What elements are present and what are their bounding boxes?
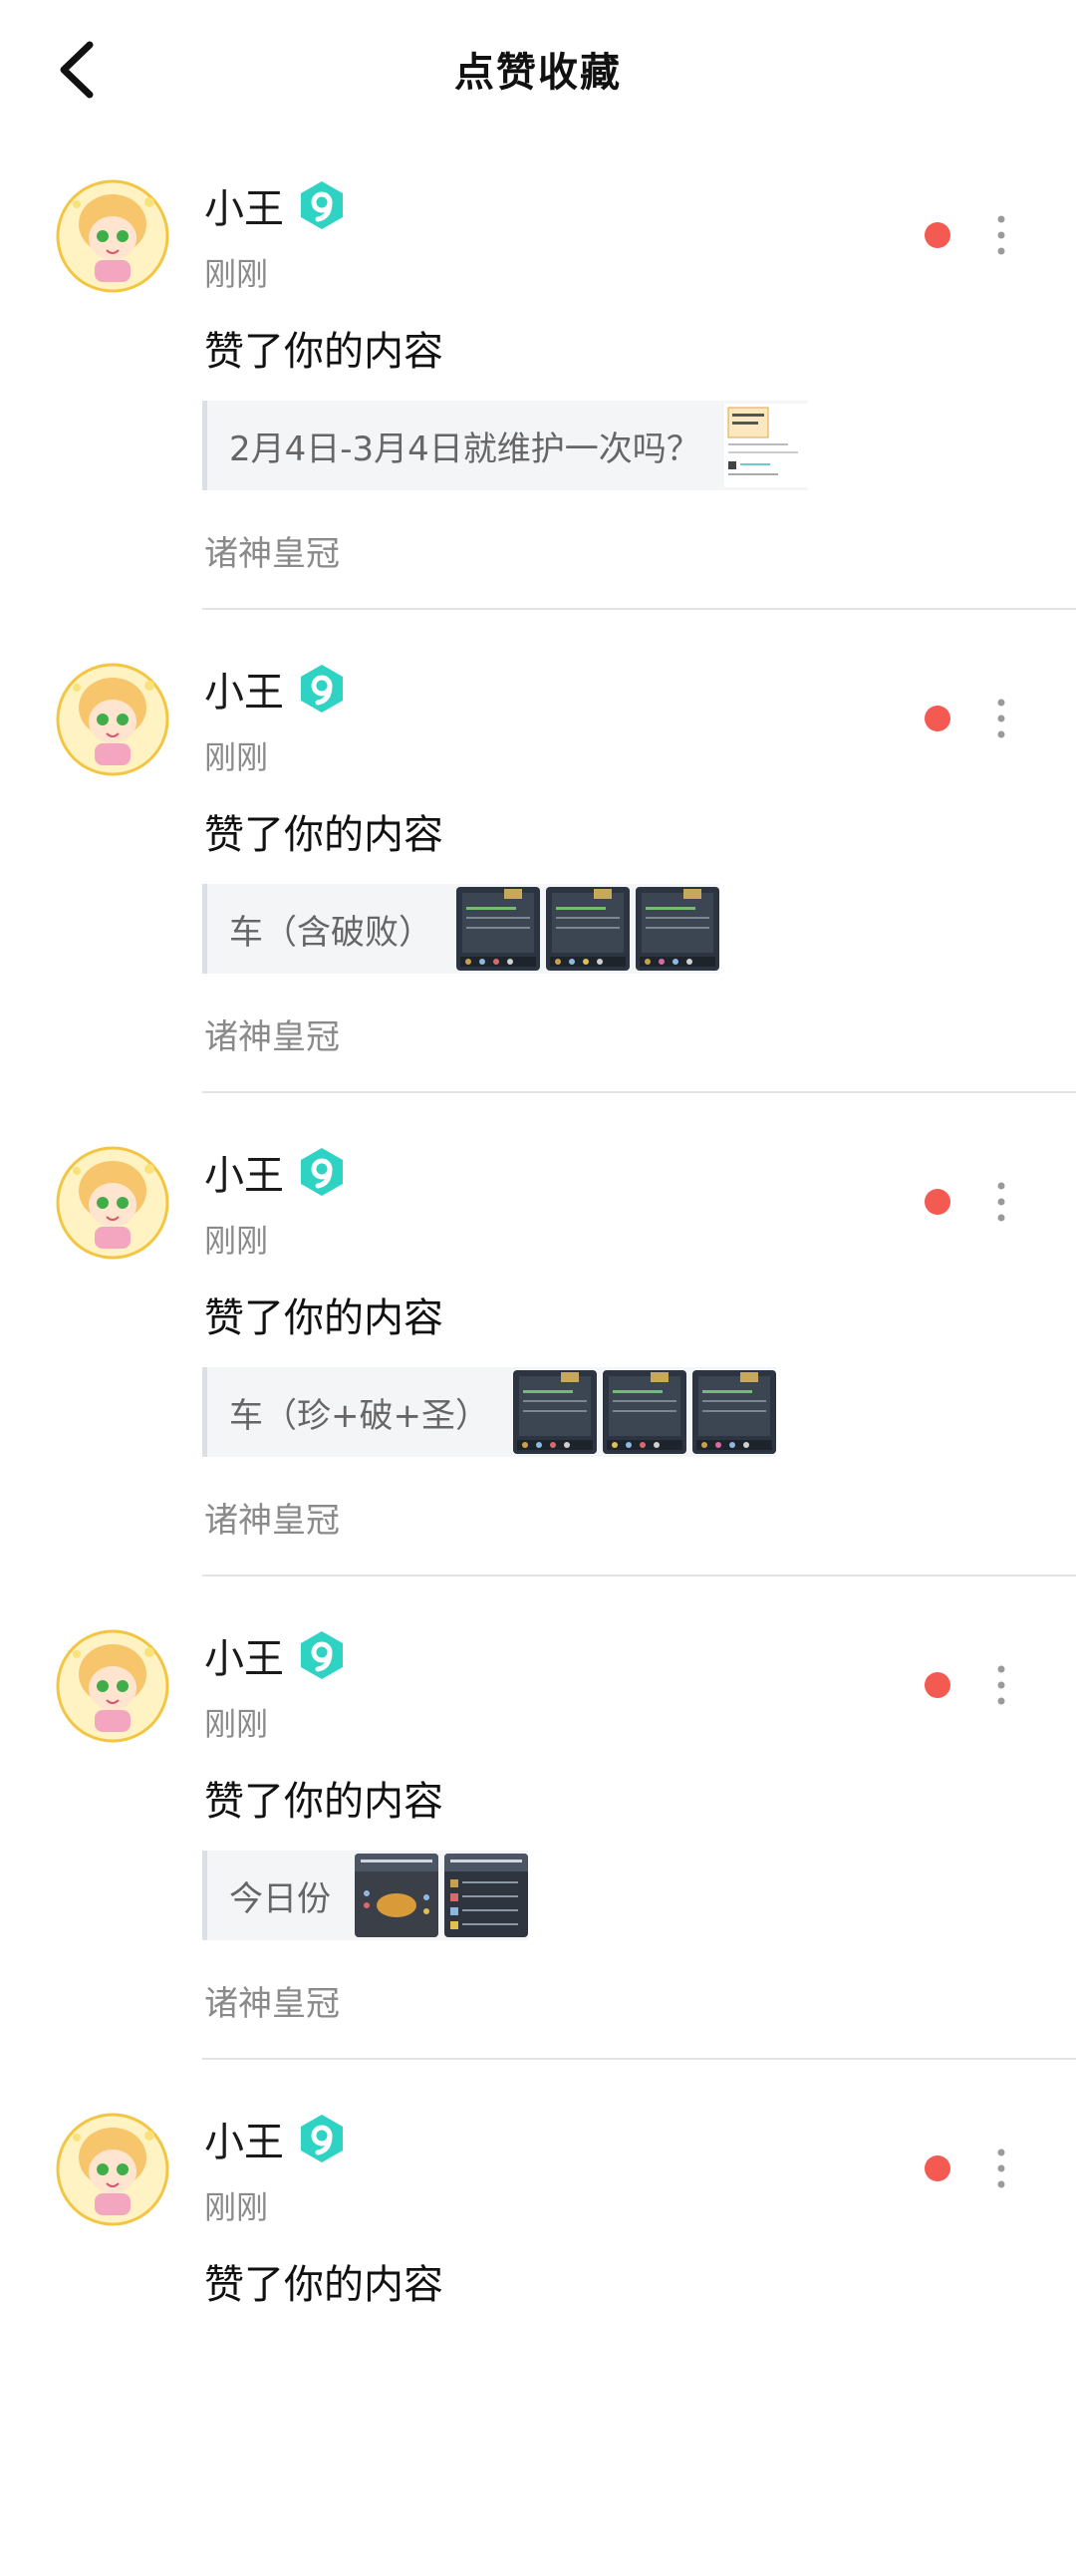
notification-list: 小王 刚刚 赞了你的内容 2月4日-3月4日就维护一次吗？ 诸神皇冠 小王 刚刚… [0,159,1076,2576]
timestamp: 刚刚 [204,738,269,776]
action-text: 赞了你的内容 [204,812,443,858]
referenced-post[interactable]: 车（珍+破+圣） [202,1367,776,1457]
user-name[interactable]: 小王 [204,660,284,717]
post-thumbnails [456,887,719,971]
divider [202,1574,1076,1576]
post-thumbnail [456,887,540,971]
divider [202,1091,1076,1093]
post-thumbnail [723,404,808,487]
source-circle[interactable]: 诸神皇冠 [204,1976,340,2025]
post-thumbnail [602,1370,686,1454]
level-badge-icon [298,663,346,715]
divider [202,608,1076,610]
page-title: 点赞收藏 [454,50,622,96]
timestamp: 刚刚 [204,255,269,293]
user-name[interactable]: 小王 [204,1626,284,1684]
referenced-post[interactable]: 2月4日-3月4日就维护一次吗？ [202,401,808,490]
action-text: 赞了你的内容 [204,329,443,375]
unread-dot [925,1189,950,1215]
action-text: 赞了你的内容 [204,1295,443,1341]
timestamp: 刚刚 [204,1705,269,1743]
user-avatar[interactable] [55,1141,170,1265]
post-thumbnails [512,1370,776,1454]
referenced-post-title: 2月4日-3月4日就维护一次吗？ [229,429,700,469]
post-thumbnail [355,1854,438,1937]
level-badge-icon [298,179,346,231]
source-circle[interactable]: 诸神皇冠 [204,526,340,575]
user-name-row: 小王 [204,2110,346,2167]
user-avatar[interactable] [55,174,170,298]
referenced-post-title: 车（含破败） [229,912,432,953]
more-options-icon[interactable] [981,209,1021,261]
timestamp: 刚刚 [204,2188,269,2226]
post-thumbnails [723,404,808,487]
more-options-icon[interactable] [981,1176,1021,1228]
source-circle[interactable]: 诸神皇冠 [204,1009,340,1058]
level-badge-icon [298,2113,346,2164]
post-thumbnail [512,1370,597,1454]
divider [202,2058,1076,2060]
referenced-post-title: 车（珍+破+圣） [229,1395,489,1436]
user-avatar[interactable] [55,658,170,781]
user-name[interactable]: 小王 [204,2110,284,2167]
referenced-post[interactable]: 今日份 [202,1851,528,1940]
user-name-row: 小王 [204,176,346,234]
level-badge-icon [298,1629,346,1681]
referenced-post[interactable]: 车（含破败） [202,884,719,974]
unread-dot [925,222,950,248]
notification-item[interactable]: 小王 刚刚 赞了你的内容 车（含破败） 诸神皇冠 [0,643,1076,1126]
timestamp: 刚刚 [204,1222,269,1260]
more-options-icon[interactable] [981,2143,1021,2194]
unread-dot [925,2155,950,2181]
user-name-row: 小王 [204,1626,346,1684]
action-text: 赞了你的内容 [204,2262,443,2308]
post-thumbnail [691,1370,776,1454]
post-thumbnail [546,887,630,971]
post-thumbnails [355,1854,528,1937]
user-name-row: 小王 [204,660,346,717]
source-circle[interactable]: 诸神皇冠 [204,1493,340,1542]
level-badge-icon [298,1146,346,1198]
notification-item[interactable]: 小王 刚刚 赞了你的内容 车（珍+破+圣） 诸神皇冠 [0,1126,1076,1609]
post-thumbnail [636,887,719,971]
user-avatar[interactable] [55,2108,170,2231]
notification-item[interactable]: 小王 刚刚 赞了你的内容 今日份 诸神皇冠 [0,1609,1076,2093]
more-options-icon[interactable] [981,1659,1021,1711]
unread-dot [925,706,950,731]
user-name-row: 小王 [204,1143,346,1201]
notification-item[interactable]: 小王 刚刚 赞了你的内容 2月4日-3月4日就维护一次吗？ 诸神皇冠 [0,159,1076,643]
notification-item[interactable]: 小王 刚刚 赞了你的内容 [0,2093,1076,2576]
more-options-icon[interactable] [981,693,1021,744]
top-bar: 点赞收藏 [0,0,1076,135]
user-name[interactable]: 小王 [204,1143,284,1201]
referenced-post-title: 今日份 [229,1878,331,1919]
unread-dot [925,1672,950,1698]
post-thumbnail [444,1854,528,1937]
user-name[interactable]: 小王 [204,176,284,234]
action-text: 赞了你的内容 [204,1779,443,1825]
user-avatar[interactable] [55,1624,170,1748]
